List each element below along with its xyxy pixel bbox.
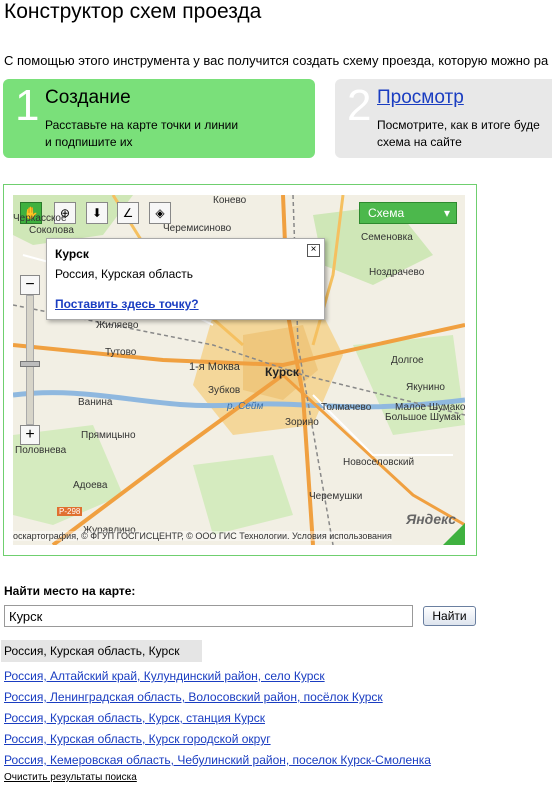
map-label: Половнева — [15, 445, 67, 456]
map-label: Большое Шумак — [385, 412, 461, 423]
balloon-subtitle: Россия, Курская область — [55, 267, 193, 281]
point-tool-button[interactable]: ⬇ — [86, 202, 108, 224]
search-label: Найти место на карте: — [4, 584, 136, 598]
map-balloon: Курск Россия, Курская область Поставить … — [46, 238, 325, 320]
map-label: Долгое — [391, 355, 424, 366]
minus-icon: − — [25, 276, 35, 293]
plus-icon: + — [25, 426, 35, 443]
map-label: Черемисиново — [163, 223, 232, 234]
chevron-down-icon: ▾ — [443, 206, 450, 220]
polygon-icon: ◈ — [155, 206, 165, 220]
clear-results-link[interactable]: Очистить результаты поиска — [4, 772, 137, 783]
map-label: Зубков — [208, 385, 241, 396]
road-label: Р-298 — [57, 507, 83, 516]
map-label: Адоева — [73, 480, 108, 491]
map-label: Толмачево — [321, 402, 372, 413]
zoom-track[interactable] — [26, 295, 34, 425]
page-title: Конструктор схем проезда — [4, 0, 262, 23]
step-number: 1 — [15, 81, 40, 130]
close-icon[interactable]: × — [307, 244, 320, 257]
balloon-title: Курск — [55, 247, 89, 261]
intro-text: С помощью этого инструмента у вас получи… — [4, 53, 549, 68]
result-link[interactable]: Россия, Ленинградская область, Волосовск… — [4, 690, 383, 704]
yandex-logo: Яндекс — [406, 511, 456, 527]
map-label: Черкасское — [13, 213, 67, 224]
map-label: Ванина — [78, 397, 113, 408]
map-label: 1-я Моква — [189, 361, 240, 373]
zoom-out-button[interactable]: − — [20, 275, 40, 295]
step-number: 2 — [347, 81, 372, 130]
map-label: Тутово — [105, 347, 137, 358]
point-icon: ⬇ — [91, 206, 103, 220]
zoom-slider-handle[interactable] — [20, 361, 40, 367]
step-title: Создание — [45, 87, 131, 108]
step-description: Посмотрите, как в итоге буде схема на са… — [377, 118, 540, 149]
polygon-tool-button[interactable]: ◈ — [149, 202, 171, 224]
result-selected[interactable]: Россия, Курская область, Курск — [1, 640, 202, 662]
result-link[interactable]: Россия, Курская область, Курск городской… — [4, 732, 271, 746]
map-label: Новоселовский — [343, 457, 415, 468]
step-preview[interactable]: 2 Просмотр Посмотрите, как в итоге буде … — [335, 79, 552, 158]
step-description: Расставьте на карте точки и линии и подп… — [45, 118, 239, 149]
map-copyright: оскартография, © ФГУП ГОСГИСЦЕНТР, © ООО… — [13, 531, 392, 541]
search-button[interactable]: Найти — [423, 606, 476, 626]
map-label: Жиляево — [96, 320, 139, 331]
map-label: Якунино — [406, 382, 445, 393]
result-link[interactable]: Россия, Курская область, Курск, станция … — [4, 711, 265, 725]
step-create: 1 Создание Расставьте на карте точки и л… — [3, 79, 315, 158]
map-label: Черемушки — [309, 491, 363, 502]
map-label: Соколова — [29, 225, 74, 236]
map-label: Семеновка — [361, 232, 413, 243]
zoom-in-button[interactable]: + — [20, 425, 40, 445]
result-link[interactable]: Россия, Алтайский край, Кулундинский рай… — [4, 669, 325, 683]
river-label: р. Сейм — [227, 401, 264, 412]
map-layer-select[interactable]: Схема ▾ — [359, 202, 457, 224]
map-label-city: Курск — [265, 365, 299, 379]
map-label: Конево — [213, 195, 247, 206]
map[interactable]: ✋ ⊕ ⬇ ∠ ◈ Схема ▾ − + Конево Черемисинов… — [13, 195, 465, 545]
map-label: Ноздрачево — [369, 267, 425, 278]
result-link[interactable]: Россия, Кемеровская область, Чебулинский… — [4, 753, 431, 767]
map-label: Зорино — [285, 417, 319, 428]
place-point-link[interactable]: Поставить здесь точку? — [55, 297, 199, 311]
line-tool-button[interactable]: ∠ — [117, 202, 139, 224]
zoom-control: − + — [20, 275, 40, 445]
step-preview-link[interactable]: Просмотр — [377, 87, 464, 109]
line-icon: ∠ — [122, 206, 134, 220]
search-input[interactable] — [4, 605, 413, 627]
map-label: Прямицыно — [81, 430, 136, 441]
